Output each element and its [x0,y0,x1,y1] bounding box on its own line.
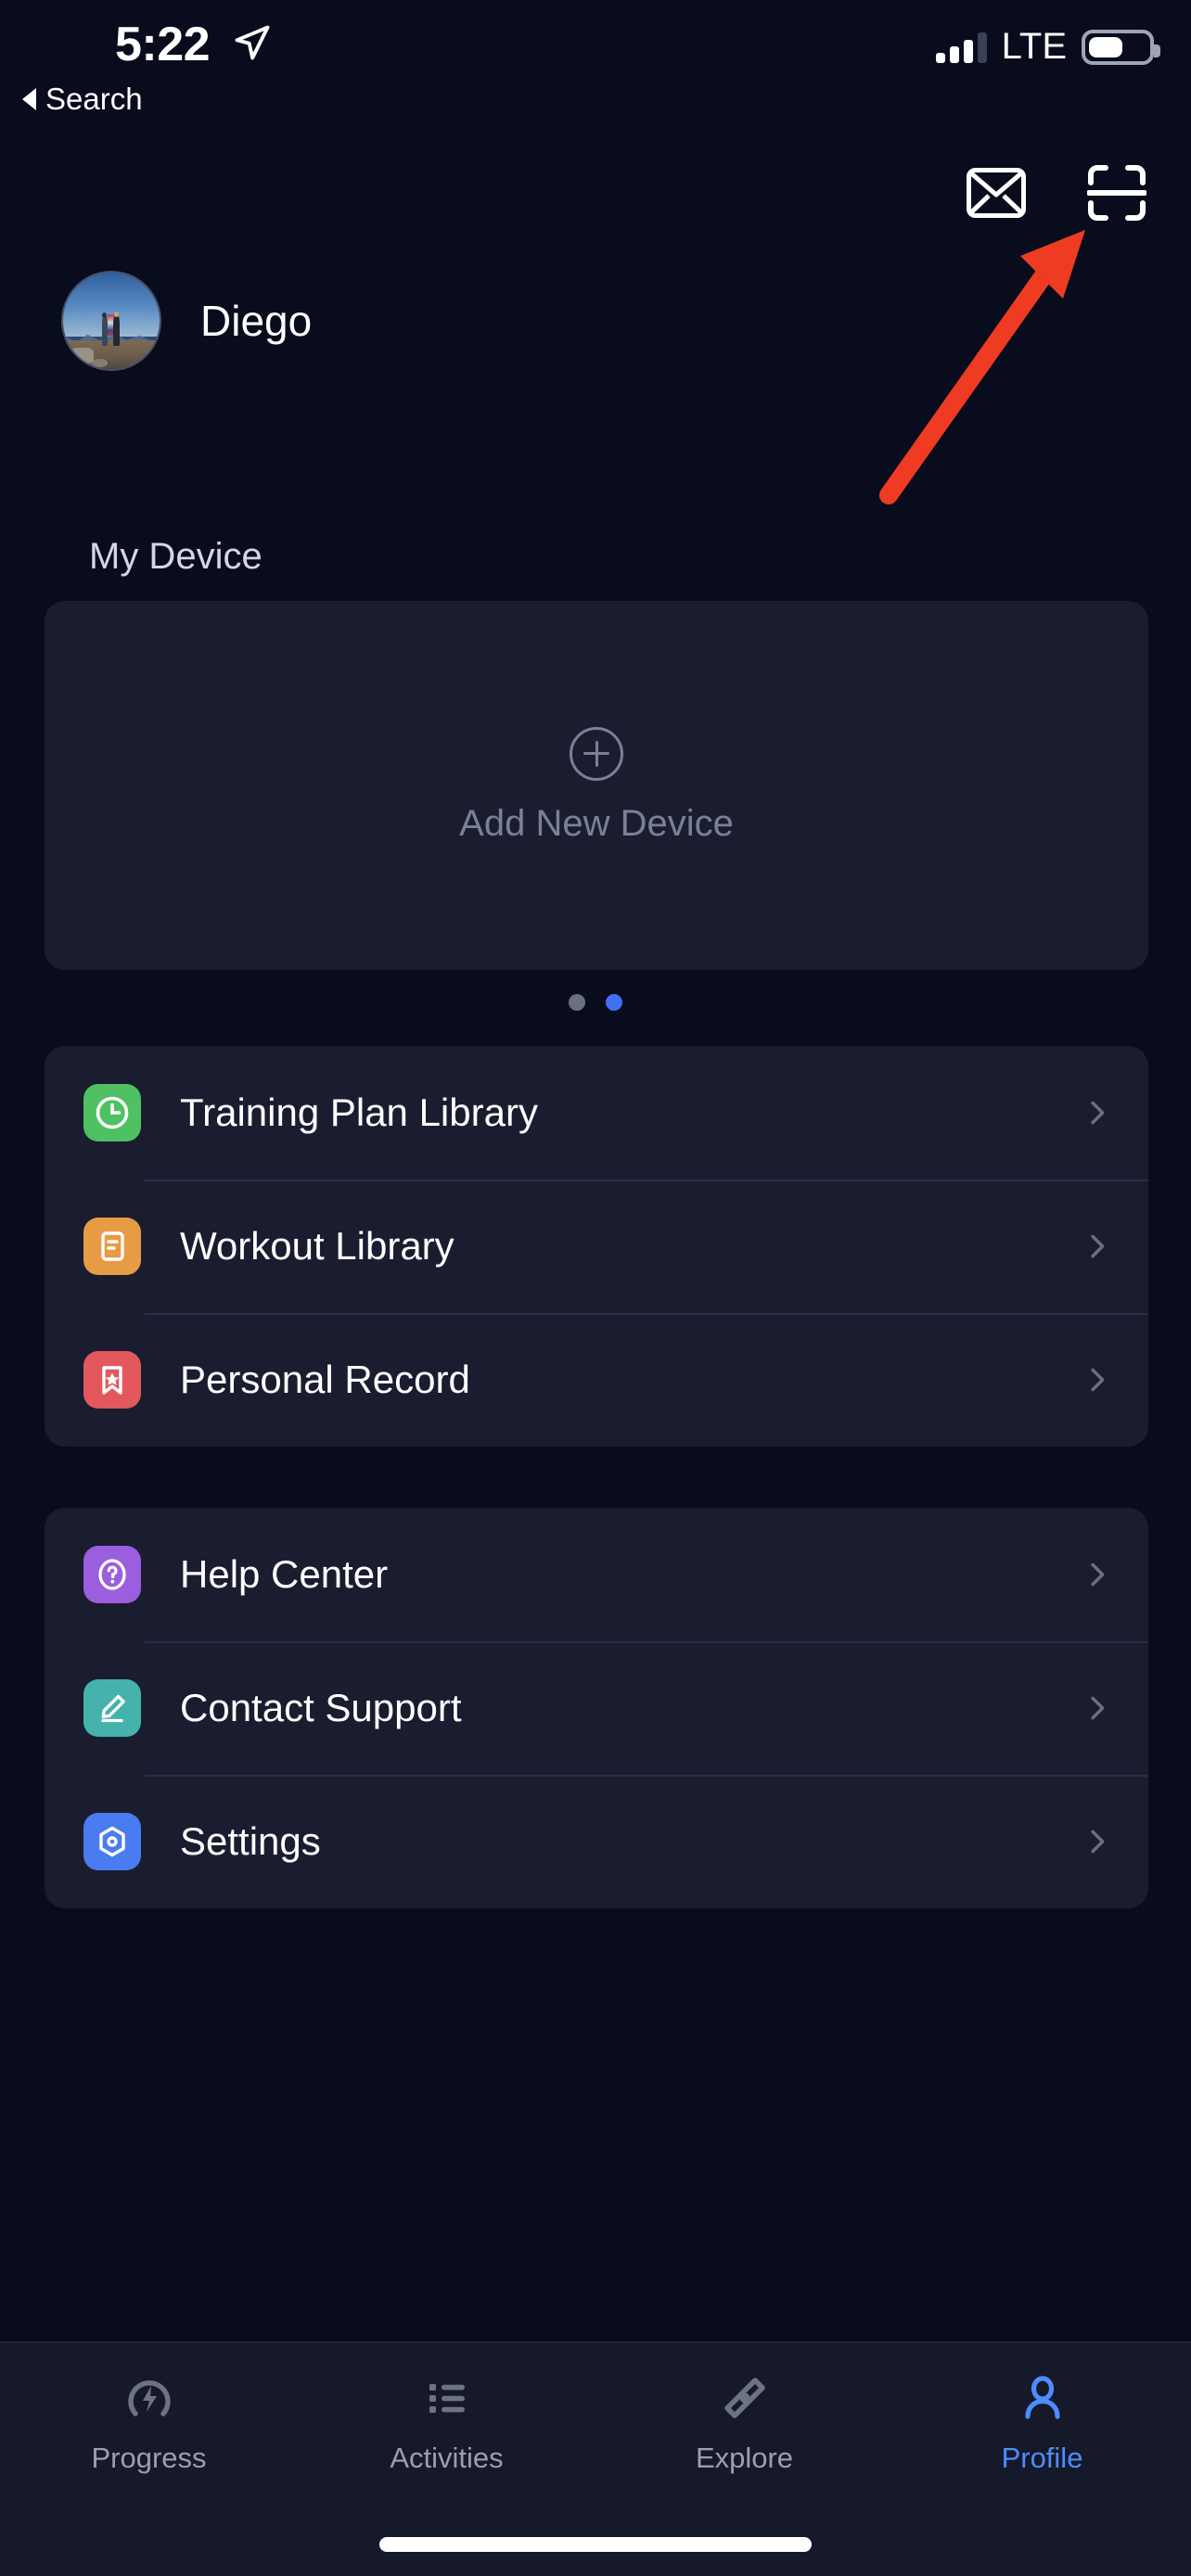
pencil-icon [83,1679,141,1737]
header-actions [963,159,1150,226]
add-new-device-card[interactable]: Add New Device [45,601,1148,970]
menu-row-label: Training Plan Library [180,1090,1082,1135]
pager-dots[interactable] [0,994,1191,1011]
tab-profile[interactable]: Profile [893,2343,1191,2501]
tab-progress[interactable]: Progress [0,2343,298,2501]
tab-label: Progress [91,2442,206,2475]
chevron-right-icon [1082,1826,1113,1857]
app-screen: 5:22 LTE Search [0,0,1191,2576]
chevron-right-icon [1082,1231,1113,1262]
list-icon [420,2369,474,2427]
avatar[interactable] [61,271,161,371]
chevron-right-icon [1082,1692,1113,1724]
menu-row-contact-support[interactable]: Contact Support [45,1641,1148,1775]
add-new-device-label: Add New Device [459,803,734,845]
library-menu-group: Training Plan Library Workout Library [45,1046,1148,1447]
signal-strength-icon [936,32,987,63]
gauge-bolt-icon [122,2369,176,2427]
menu-row-label: Help Center [180,1552,1082,1597]
compass-diamond-icon [718,2369,772,2427]
pager-dot[interactable] [569,994,585,1011]
scan-qr-icon [1087,164,1146,222]
menu-row-label: Personal Record [180,1358,1082,1402]
chevron-right-icon [1082,1559,1113,1590]
scan-qr-button[interactable] [1083,159,1150,226]
menu-row-label: Settings [180,1819,1082,1864]
section-title-my-device: My Device [89,536,263,578]
clock-icon [83,1084,141,1141]
mail-icon [967,168,1026,218]
notebook-icon [83,1218,141,1275]
profile-header[interactable]: Diego [61,271,312,371]
status-bar: 5:22 LTE [0,0,1191,100]
chevron-right-icon [1082,1364,1113,1396]
menu-row-personal-record[interactable]: Personal Record [45,1313,1148,1447]
tab-explore[interactable]: Explore [596,2343,893,2501]
support-menu-group: Help Center Contact Support [45,1508,1148,1908]
network-type-label: LTE [1002,26,1067,68]
location-arrow-icon [232,22,273,63]
mail-button[interactable] [963,159,1030,226]
status-bar-indicators: LTE [936,26,1154,68]
page-title: Diego [200,296,312,346]
back-triangle-icon [22,88,36,110]
hexagon-settings-icon [83,1813,141,1870]
tab-label: Profile [1002,2442,1083,2475]
question-mark-icon [83,1546,141,1603]
back-to-search-button[interactable]: Search [22,82,143,117]
menu-row-training-plan-library[interactable]: Training Plan Library [45,1046,1148,1180]
tab-bar: Progress Activities [0,2341,1191,2576]
back-label: Search [45,82,143,117]
menu-row-label: Contact Support [180,1686,1082,1730]
status-bar-time: 5:22 [115,17,210,72]
bookmark-star-icon [83,1351,141,1409]
plus-circle-icon [570,727,623,781]
home-indicator [379,2537,812,2552]
battery-icon [1082,30,1154,65]
menu-row-label: Workout Library [180,1224,1082,1269]
person-icon [1016,2369,1069,2427]
menu-row-settings[interactable]: Settings [45,1775,1148,1908]
tab-label: Explore [696,2442,793,2475]
chevron-right-icon [1082,1097,1113,1129]
tab-activities[interactable]: Activities [298,2343,596,2501]
menu-row-help-center[interactable]: Help Center [45,1508,1148,1641]
pager-dot-active[interactable] [606,994,622,1011]
menu-row-workout-library[interactable]: Workout Library [45,1180,1148,1313]
tab-label: Activities [390,2442,503,2475]
